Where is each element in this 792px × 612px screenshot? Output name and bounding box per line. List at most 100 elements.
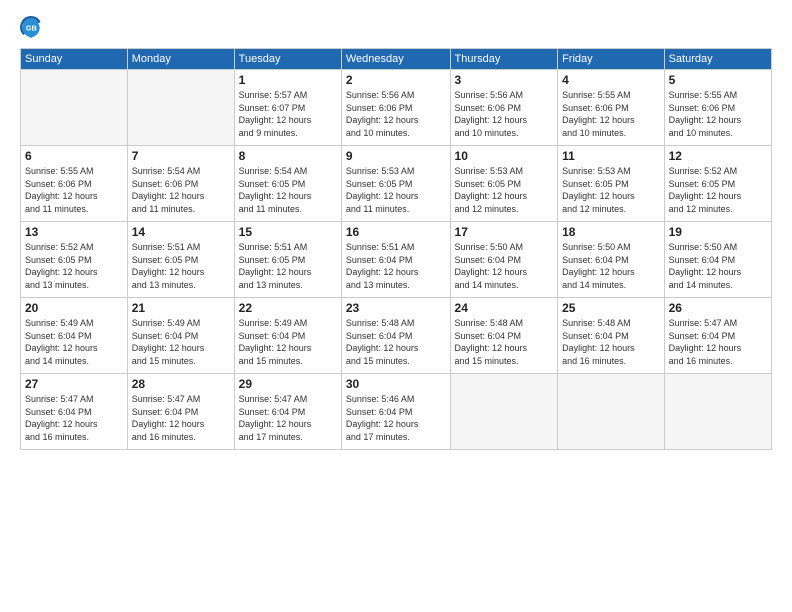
day-info: Sunrise: 5:50 AMSunset: 6:04 PMDaylight:… [669,241,767,291]
calendar-cell: 21 Sunrise: 5:49 AMSunset: 6:04 PMDayligh… [127,298,234,374]
day-number: 5 [669,73,767,87]
weekday-header: Sunday [21,49,128,70]
day-number: 28 [132,377,230,391]
day-number: 19 [669,225,767,239]
day-info: Sunrise: 5:55 AMSunset: 6:06 PMDaylight:… [25,165,123,215]
calendar-cell: 14Sunrise: 5:51 AMSunset: 6:05 PMDayligh… [127,222,234,298]
calendar-cell: 9 Sunrise: 5:53 AMSunset: 6:05 PMDaylight… [341,146,450,222]
calendar-cell: 11 Sunrise: 5:53 AMSunset: 6:05 PMDayligh… [558,146,665,222]
day-number: 9 [346,149,446,163]
day-info: Sunrise: 5:56 AMSunset: 6:06 PMDaylight:… [455,89,554,139]
day-number: 10 [455,149,554,163]
day-number: 4 [562,73,660,87]
day-info: Sunrise: 5:51 AMSunset: 6:04 PMDaylight:… [346,241,446,291]
day-number: 27 [25,377,123,391]
calendar-cell: 24 Sunrise: 5:48 AMSunset: 6:04 PMDayligh… [450,298,558,374]
day-number: 29 [239,377,337,391]
calendar-cell [21,70,128,146]
day-number: 23 [346,301,446,315]
calendar-cell: 10 Sunrise: 5:53 AMSunset: 6:05 PMDayligh… [450,146,558,222]
calendar-cell [664,374,771,450]
day-number: 1 [239,73,337,87]
calendar-cell: 16Sunrise: 5:51 AMSunset: 6:04 PMDayligh… [341,222,450,298]
calendar-cell: 8Sunrise: 5:54 AMSunset: 6:05 PMDaylight… [234,146,341,222]
day-info: Sunrise: 5:52 AMSunset: 6:05 PMDaylight:… [669,165,767,215]
weekday-header: Wednesday [341,49,450,70]
day-info: Sunrise: 5:56 AMSunset: 6:06 PMDaylight:… [346,89,446,139]
calendar-cell: 18 Sunrise: 5:50 AMSunset: 6:04 PMDayligh… [558,222,665,298]
day-info: Sunrise: 5:50 AMSunset: 6:04 PMDaylight:… [455,241,554,291]
calendar-cell: 13Sunrise: 5:52 AMSunset: 6:05 PMDayligh… [21,222,128,298]
day-info: Sunrise: 5:48 AMSunset: 6:04 PMDaylight:… [346,317,446,367]
calendar-cell: 19 Sunrise: 5:50 AMSunset: 6:04 PMDayligh… [664,222,771,298]
calendar-cell: 25Sunrise: 5:48 AMSunset: 6:04 PMDayligh… [558,298,665,374]
day-info: Sunrise: 5:47 AMSunset: 6:04 PMDaylight:… [239,393,337,443]
page: GB SundayMondayTuesdayWednesdayThursdayF… [0,0,792,612]
day-number: 2 [346,73,446,87]
week-row: 20 Sunrise: 5:49 AMSunset: 6:04 PMDayligh… [21,298,772,374]
day-info: Sunrise: 5:57 AMSunset: 6:07 PMDaylight:… [239,89,337,139]
calendar-cell: 28 Sunrise: 5:47 AMSunset: 6:04 PMDayligh… [127,374,234,450]
day-number: 15 [239,225,337,239]
weekday-header: Thursday [450,49,558,70]
day-info: Sunrise: 5:49 AMSunset: 6:04 PMDaylight:… [132,317,230,367]
weekday-header-row: SundayMondayTuesdayWednesdayThursdayFrid… [21,49,772,70]
calendar-cell: 4 Sunrise: 5:55 AMSunset: 6:06 PMDaylight… [558,70,665,146]
day-number: 22 [239,301,337,315]
week-row: 1 Sunrise: 5:57 AMSunset: 6:07 PMDaylight… [21,70,772,146]
calendar-cell: 23 Sunrise: 5:48 AMSunset: 6:04 PMDayligh… [341,298,450,374]
calendar-cell: 20 Sunrise: 5:49 AMSunset: 6:04 PMDayligh… [21,298,128,374]
day-number: 8 [239,149,337,163]
day-info: Sunrise: 5:55 AMSunset: 6:06 PMDaylight:… [562,89,660,139]
day-info: Sunrise: 5:53 AMSunset: 6:05 PMDaylight:… [455,165,554,215]
day-number: 17 [455,225,554,239]
calendar-cell: 5 Sunrise: 5:55 AMSunset: 6:06 PMDaylight… [664,70,771,146]
day-info: Sunrise: 5:49 AMSunset: 6:04 PMDaylight:… [239,317,337,367]
day-info: Sunrise: 5:47 AMSunset: 6:04 PMDaylight:… [132,393,230,443]
day-info: Sunrise: 5:49 AMSunset: 6:04 PMDaylight:… [25,317,123,367]
weekday-header: Friday [558,49,665,70]
day-number: 26 [669,301,767,315]
day-number: 18 [562,225,660,239]
weekday-header: Tuesday [234,49,341,70]
day-info: Sunrise: 5:54 AMSunset: 6:06 PMDaylight:… [132,165,230,215]
calendar-cell [127,70,234,146]
logo-icon: GB [20,16,42,38]
day-info: Sunrise: 5:52 AMSunset: 6:05 PMDaylight:… [25,241,123,291]
day-number: 11 [562,149,660,163]
day-info: Sunrise: 5:48 AMSunset: 6:04 PMDaylight:… [562,317,660,367]
day-number: 24 [455,301,554,315]
day-info: Sunrise: 5:55 AMSunset: 6:06 PMDaylight:… [669,89,767,139]
day-info: Sunrise: 5:51 AMSunset: 6:05 PMDaylight:… [239,241,337,291]
day-info: Sunrise: 5:50 AMSunset: 6:04 PMDaylight:… [562,241,660,291]
calendar-cell [558,374,665,450]
calendar-cell: 17 Sunrise: 5:50 AMSunset: 6:04 PMDayligh… [450,222,558,298]
calendar-cell: 12Sunrise: 5:52 AMSunset: 6:05 PMDayligh… [664,146,771,222]
day-number: 20 [25,301,123,315]
day-info: Sunrise: 5:53 AMSunset: 6:05 PMDaylight:… [562,165,660,215]
weekday-header: Saturday [664,49,771,70]
svg-text:GB: GB [26,24,37,33]
calendar-cell: 6 Sunrise: 5:55 AMSunset: 6:06 PMDaylight… [21,146,128,222]
week-row: 27 Sunrise: 5:47 AMSunset: 6:04 PMDayligh… [21,374,772,450]
day-number: 21 [132,301,230,315]
weekday-header: Monday [127,49,234,70]
calendar-cell: 15 Sunrise: 5:51 AMSunset: 6:05 PMDayligh… [234,222,341,298]
calendar-cell: 29 Sunrise: 5:47 AMSunset: 6:04 PMDayligh… [234,374,341,450]
calendar: SundayMondayTuesdayWednesdayThursdayFrid… [20,48,772,450]
logo: GB [20,16,46,38]
day-info: Sunrise: 5:47 AMSunset: 6:04 PMDaylight:… [25,393,123,443]
calendar-cell: 7 Sunrise: 5:54 AMSunset: 6:06 PMDaylight… [127,146,234,222]
calendar-cell: 26 Sunrise: 5:47 AMSunset: 6:04 PMDayligh… [664,298,771,374]
calendar-cell: 1 Sunrise: 5:57 AMSunset: 6:07 PMDaylight… [234,70,341,146]
day-info: Sunrise: 5:47 AMSunset: 6:04 PMDaylight:… [669,317,767,367]
day-info: Sunrise: 5:53 AMSunset: 6:05 PMDaylight:… [346,165,446,215]
day-info: Sunrise: 5:48 AMSunset: 6:04 PMDaylight:… [455,317,554,367]
week-row: 6 Sunrise: 5:55 AMSunset: 6:06 PMDaylight… [21,146,772,222]
day-number: 6 [25,149,123,163]
day-info: Sunrise: 5:46 AMSunset: 6:04 PMDaylight:… [346,393,446,443]
day-number: 30 [346,377,446,391]
header: GB [20,16,772,38]
day-number: 7 [132,149,230,163]
calendar-cell [450,374,558,450]
